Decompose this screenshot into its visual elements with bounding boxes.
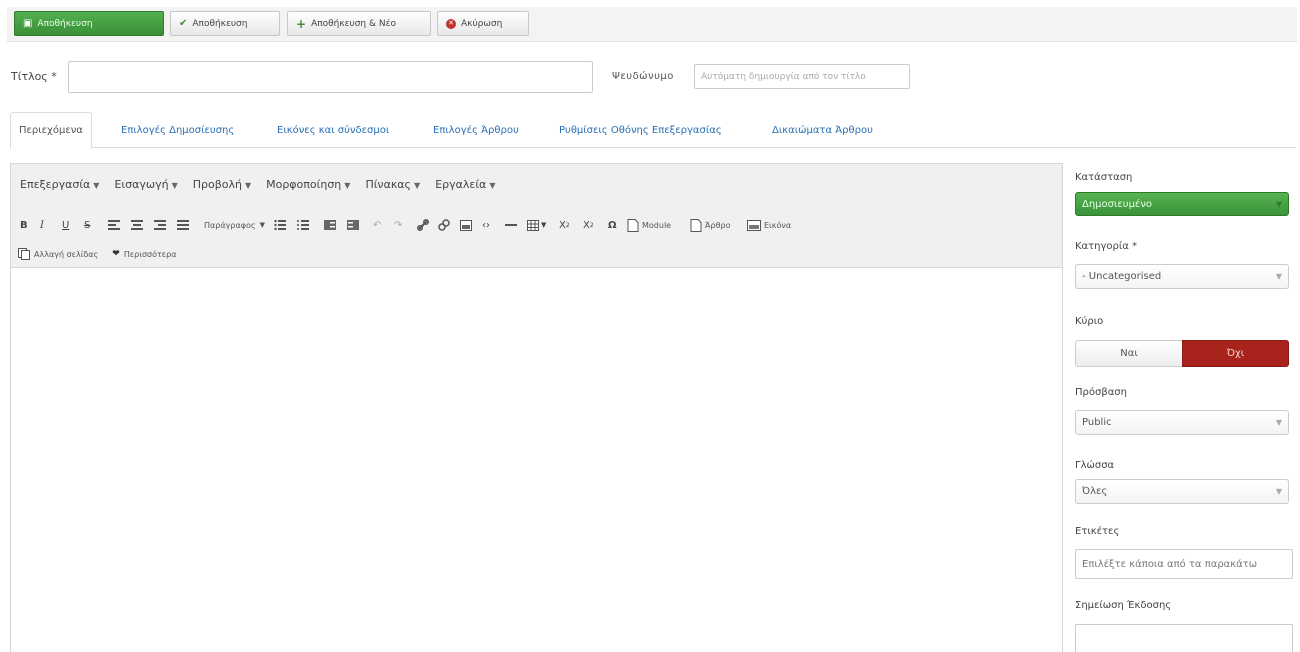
rich-text-editor[interactable]: Επεξεργασία ▼ Εισαγωγή ▼ Προβολή ▼ Μορφοποί…: [10, 163, 1063, 652]
unlink-icon[interactable]: [438, 214, 450, 236]
tab-publishing[interactable]: Επιλογές Δημοσίευσης: [113, 112, 242, 148]
access-select[interactable]: Public ▼: [1075, 410, 1289, 435]
paragraph-dropdown[interactable]: Παράγραφος ▼: [204, 214, 265, 236]
cancel-icon: ✕: [446, 18, 456, 29]
special-char-button[interactable]: Ω: [608, 214, 617, 236]
image-button[interactable]: Εικόνα: [747, 214, 791, 236]
module-button[interactable]: Module: [627, 214, 671, 236]
plus-icon: +: [296, 16, 307, 31]
align-right-icon[interactable]: [154, 214, 166, 236]
menu-format[interactable]: Μορφοποίηση ▼: [266, 178, 350, 191]
tab-content[interactable]: Περιεχόμενα: [10, 112, 92, 149]
editor-toolbar: Επεξεργασία ▼ Εισαγωγή ▼ Προβολή ▼ Μορφοποί…: [11, 164, 1062, 268]
version-note-input[interactable]: [1075, 624, 1293, 652]
title-label: Τίτλος *: [11, 70, 57, 83]
undo-icon[interactable]: ↶: [373, 214, 381, 236]
featured-yes-button[interactable]: Ναι: [1075, 340, 1182, 367]
editor-extra-row: Αλλαγή σελίδας ❤ Περισσότερα: [18, 244, 176, 264]
outdent-icon[interactable]: [324, 214, 336, 236]
redo-icon[interactable]: ↷: [394, 214, 402, 236]
check-icon: ✔: [179, 17, 188, 29]
pagebreak-button[interactable]: Αλλαγή σελίδας: [18, 244, 98, 264]
table-icon[interactable]: ▼: [527, 214, 546, 236]
tab-editor-config[interactable]: Ρυθμίσεις Οθόνης Επεξεργασίας: [551, 112, 730, 148]
alias-input[interactable]: [694, 64, 910, 89]
tab-images-links[interactable]: Εικόνες και σύνδεσμοι: [269, 112, 397, 148]
tab-permissions[interactable]: Δικαιώματα Άρθρου: [764, 112, 881, 148]
indent-icon[interactable]: [347, 214, 359, 236]
tab-article-options[interactable]: Επιλογές Άρθρου: [425, 112, 527, 148]
featured-toggle: Ναι Όχι: [1075, 340, 1289, 367]
format-row: B I U S Παράγραφος ▼ ↶ ↷ ‹› ▼ X2 X2 Ω Mod…: [18, 214, 1058, 236]
tags-label: Ετικέτες: [1075, 526, 1120, 537]
save-close-button[interactable]: ✔ Αποθήκευση: [170, 11, 280, 36]
insert-image-icon[interactable]: [460, 214, 472, 236]
menu-edit[interactable]: Επεξεργασία ▼: [20, 178, 99, 191]
status-label: Κατάσταση: [1075, 172, 1133, 183]
save-button[interactable]: ▣ Αποθήκευση: [14, 11, 164, 36]
chevron-down-icon: ▼: [1275, 487, 1282, 496]
featured-label: Κύριο: [1075, 316, 1104, 327]
tags-input[interactable]: Επιλέξτε κάποια από τα παρακάτω: [1075, 549, 1293, 579]
category-label: Κατηγορία *: [1075, 241, 1138, 252]
chevron-down-icon: ❤: [112, 249, 120, 259]
save-icon: ▣: [23, 17, 33, 29]
menu-insert[interactable]: Εισαγωγή ▼: [114, 178, 177, 191]
underline-button[interactable]: U: [62, 214, 69, 236]
readmore-button[interactable]: ❤ Περισσότερα: [112, 244, 176, 264]
version-note-label: Σημείωση Έκδοσης: [1075, 600, 1172, 611]
menu-tools[interactable]: Εργαλεία ▼: [435, 178, 495, 191]
chevron-down-icon: ▼: [1275, 272, 1282, 281]
horizontal-rule-icon[interactable]: [505, 214, 517, 236]
cancel-button[interactable]: ✕ Ακύρωση: [437, 11, 529, 36]
category-select[interactable]: - Uncategorised ▼: [1075, 264, 1289, 289]
save-close-button-label: Αποθήκευση: [192, 18, 248, 29]
strikethrough-button[interactable]: S: [84, 214, 90, 236]
alias-label: Ψευδώνυμο: [612, 71, 674, 82]
save-new-button-label: Αποθήκευση & Νέο: [311, 18, 396, 29]
language-label: Γλώσσα: [1075, 460, 1115, 471]
title-input[interactable]: [68, 61, 593, 93]
code-icon[interactable]: ‹›: [482, 214, 490, 236]
superscript-icon[interactable]: X2: [583, 214, 594, 236]
chevron-down-icon: ▼: [1275, 418, 1282, 427]
featured-no-button[interactable]: Όχι: [1182, 340, 1289, 367]
bold-button[interactable]: B: [20, 214, 28, 236]
italic-button[interactable]: I: [40, 214, 44, 236]
status-select[interactable]: Δημοσιευμένο ▼: [1075, 192, 1289, 216]
save-new-button[interactable]: + Αποθήκευση & Νέο: [287, 11, 431, 36]
access-label: Πρόσβαση: [1075, 387, 1127, 398]
bullet-list-icon[interactable]: [274, 214, 286, 236]
editor-menubar: Επεξεργασία ▼ Εισαγωγή ▼ Προβολή ▼ Μορφοποί…: [20, 178, 510, 191]
align-left-icon[interactable]: [108, 214, 120, 236]
tab-bar: Περιεχόμενα Επιλογές Δημοσίευσης Εικόνες…: [10, 112, 1296, 149]
menu-view[interactable]: Προβολή ▼: [193, 178, 251, 191]
action-toolbar: ▣ Αποθήκευση ✔ Αποθήκευση + Αποθήκευση &…: [7, 7, 1297, 42]
cancel-button-label: Ακύρωση: [461, 18, 503, 29]
link-icon[interactable]: [417, 214, 429, 236]
chevron-down-icon: ▼: [1275, 199, 1282, 209]
subscript-icon[interactable]: X2: [559, 214, 570, 236]
menu-table[interactable]: Πίνακας ▼: [365, 178, 420, 191]
align-center-icon[interactable]: [131, 214, 143, 236]
save-button-label: Αποθήκευση: [37, 18, 93, 29]
numbered-list-icon[interactable]: [297, 214, 309, 236]
language-select[interactable]: Όλες ▼: [1075, 479, 1289, 504]
article-button[interactable]: Άρθρο: [690, 214, 730, 236]
align-justify-icon[interactable]: [177, 214, 189, 236]
